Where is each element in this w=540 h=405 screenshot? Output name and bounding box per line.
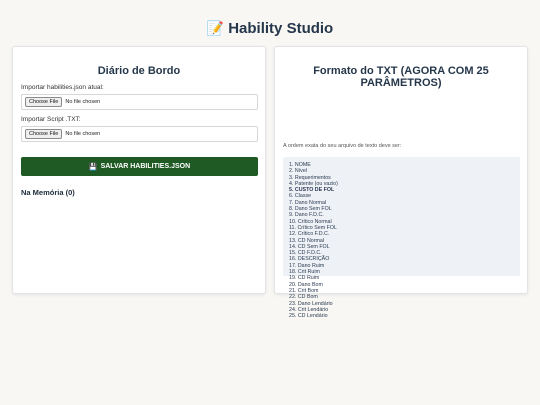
memory-count-title: Na Memória (0)	[21, 188, 75, 197]
import-json-file-input[interactable]: Choose File No file chosen	[21, 94, 258, 110]
format-intro: A ordem exata do seu arquivo de texto de…	[283, 143, 402, 149]
file-status-text: No file chosen	[65, 131, 101, 137]
import-json-label: Importar habilities.json atual:	[21, 84, 104, 91]
app-title-text: Hability Studio	[228, 20, 334, 37]
floppy-disk-icon: 💾	[88, 163, 98, 171]
import-txt-file-input[interactable]: Choose File No file chosen	[21, 126, 258, 142]
save-habilities-button[interactable]: 💾 SALVAR HABILITIES.JSON	[21, 157, 258, 176]
app-title: 📝 Hability Studio	[0, 19, 540, 38]
file-status-text: No file chosen	[65, 99, 101, 105]
format-list-item: 25. CD Lendário	[289, 313, 328, 320]
save-button-label: SALVAR HABILITIES.JSON	[100, 163, 191, 170]
format-list-box: 1. NOME 2. Nível 3. Requerimentos 4. Patent…	[283, 157, 520, 319]
choose-file-button[interactable]: Choose File	[25, 97, 63, 107]
choose-file-button[interactable]: Choose File	[25, 129, 63, 139]
import-txt-label: Importar Script .TXT:	[21, 116, 81, 123]
memo-icon: 📝	[206, 20, 225, 36]
format-list: 1. NOME 2. Nível 3. Requerimentos 4. Patent…	[289, 162, 514, 319]
format-panel: Formato do TXT (AGORA COM 25 PARÂMETROS)…	[274, 46, 528, 319]
diary-panel: Diário de Bordo Importar habilities.json…	[12, 46, 266, 294]
format-heading: Formato do TXT (AGORA COM 25 PARÂMETROS)	[313, 65, 489, 89]
diary-heading: Diário de Bordo	[97, 65, 181, 77]
